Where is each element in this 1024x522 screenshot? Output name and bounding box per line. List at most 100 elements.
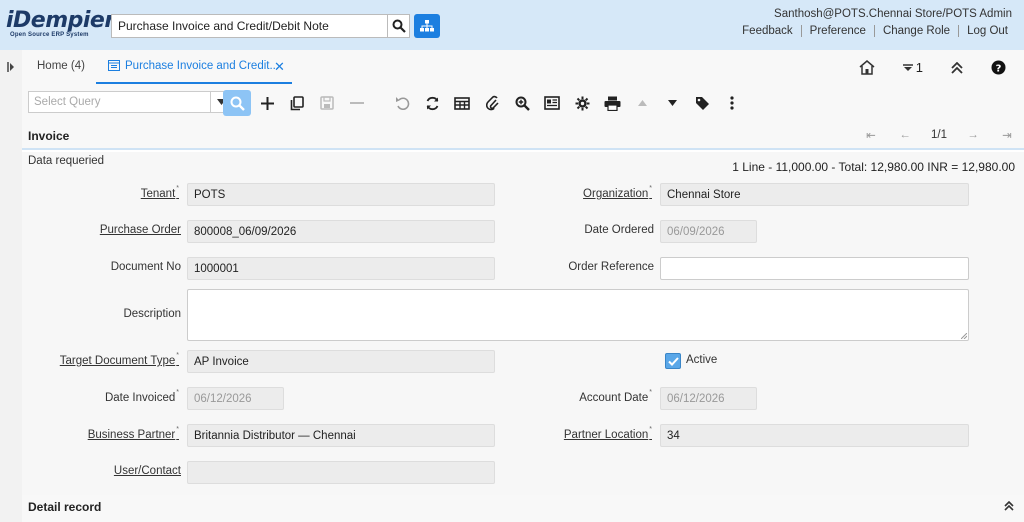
window-toolbar: Select Query	[22, 84, 1024, 122]
report-icon	[544, 96, 560, 110]
tab-label: Purchase Invoice and Credit...	[125, 60, 280, 72]
date-invoiced-label: Date Invoiced*	[104, 389, 179, 404]
search-icon	[392, 19, 406, 33]
partner-location-label[interactable]: Partner Location*	[564, 426, 652, 441]
collapse-up-icon[interactable]	[1004, 501, 1014, 511]
sitemap-icon	[420, 20, 434, 32]
tab-purchase-invoice[interactable]: Purchase Invoice and Credit... ✕	[96, 50, 292, 84]
organization-field[interactable]: Chennai Store	[660, 183, 969, 206]
business-partner-label[interactable]: Business Partner*	[88, 426, 179, 441]
menu-tree-button[interactable]	[414, 14, 440, 38]
purchase-order-field[interactable]: 800008_06/09/2026	[187, 220, 495, 243]
gear-icon	[575, 96, 589, 110]
detail-record-header: Detail record	[22, 495, 1024, 522]
account-date-field[interactable]: 06/12/2026	[660, 387, 757, 410]
global-search-input[interactable]: Purchase Invoice and Credit/Debit Note	[111, 14, 388, 38]
zoom-in-icon	[515, 96, 530, 111]
invoice-form: Data requeried 1 Line - 11,000.00 - Tota…	[22, 152, 1024, 502]
user-info: Santhosh@POTS.Chennai Store/POTS Admin	[774, 8, 1012, 20]
zoom-across-button[interactable]	[508, 90, 536, 116]
description-field[interactable]	[187, 289, 969, 341]
new-record-button[interactable]	[253, 90, 281, 116]
search-icon	[230, 96, 245, 111]
undo-button[interactable]	[388, 90, 416, 116]
logo-subtitle: Open Source ERP System	[10, 32, 89, 38]
find-button[interactable]	[223, 90, 251, 116]
caret-down-icon	[667, 100, 677, 106]
tab-home[interactable]: Home (4)	[37, 60, 85, 72]
help-icon[interactable]: ?	[991, 60, 1006, 75]
organization-label[interactable]: Organization*	[583, 185, 652, 200]
last-record-icon[interactable]: ⇥	[990, 128, 1024, 142]
save-button[interactable]	[313, 90, 341, 116]
user-contact-field[interactable]	[187, 461, 495, 484]
window-list-dropdown[interactable]: 1	[902, 60, 923, 75]
attachment-button[interactable]	[478, 90, 506, 116]
next-record-icon[interactable]: →	[956, 129, 990, 141]
user-contact-label[interactable]: User/Contact	[114, 465, 181, 477]
tenant-field[interactable]: POTS	[187, 183, 495, 206]
date-ordered-field[interactable]: 06/09/2026	[660, 220, 757, 243]
checkmark-icon	[667, 356, 679, 366]
search-button[interactable]	[388, 14, 410, 38]
left-panel-strip	[0, 50, 22, 522]
partner-location-field[interactable]: 34	[660, 424, 969, 447]
process-button[interactable]	[568, 90, 596, 116]
status-message: Data requeried	[28, 155, 105, 167]
report-button[interactable]	[538, 90, 566, 116]
previous-record-button[interactable]	[628, 90, 656, 116]
first-record-icon[interactable]: ⇤	[854, 128, 888, 142]
window-count: 1	[915, 60, 923, 75]
idempiere-logo[interactable]: iDempiere Open Source ERP System	[6, 8, 130, 39]
document-no-field[interactable]: 1000001	[187, 257, 495, 280]
minus-icon	[350, 102, 364, 104]
active-checkbox[interactable]	[665, 353, 681, 369]
refresh-icon	[426, 96, 438, 110]
detail-title: Detail record	[28, 500, 102, 514]
select-query-input[interactable]: Select Query	[28, 91, 211, 113]
logout-link[interactable]: Log Out	[958, 25, 1016, 37]
invoice-section-header: Invoice ⇤ ← 1/1 → ⇥	[22, 122, 1024, 150]
home-icon[interactable]	[859, 60, 875, 75]
window-icon	[108, 60, 120, 71]
feedback-link[interactable]: Feedback	[734, 25, 801, 37]
invoice-summary: 1 Line - 11,000.00 - Total: 12,980.00 IN…	[732, 160, 1015, 174]
tag-button[interactable]	[688, 90, 716, 116]
table-icon	[454, 96, 470, 110]
more-options-button[interactable]	[718, 90, 746, 116]
kebab-menu-icon	[730, 96, 734, 110]
tabbar-actions: 1 ?	[859, 60, 1006, 75]
close-tab-icon[interactable]: ✕	[274, 59, 285, 75]
caret-up-icon	[637, 100, 647, 106]
order-reference-label: Order Reference	[568, 261, 654, 273]
collapse-up-icon[interactable]	[951, 61, 963, 74]
preference-link[interactable]: Preference	[800, 25, 874, 37]
previous-record-icon[interactable]: ←	[888, 129, 922, 141]
paperclip-icon	[485, 95, 499, 111]
window-tab-bar: Home (4) Purchase Invoice and Credit... …	[22, 50, 1024, 84]
delete-button[interactable]	[343, 90, 371, 116]
refresh-button[interactable]	[418, 90, 446, 116]
grid-toggle-button[interactable]	[448, 90, 476, 116]
copy-record-button[interactable]	[283, 90, 311, 116]
record-navigation: ⇤ ← 1/1 → ⇥	[854, 128, 1024, 142]
record-count: 1/1	[931, 129, 947, 141]
print-button[interactable]	[598, 90, 626, 116]
resize-handle-icon[interactable]	[961, 333, 967, 339]
target-document-type-label[interactable]: Target Document Type*	[60, 352, 179, 367]
logo-text: iDempiere	[6, 8, 130, 33]
description-label: Description	[123, 308, 181, 320]
date-invoiced-field[interactable]: 06/12/2026	[187, 387, 284, 410]
tag-icon	[695, 96, 709, 110]
target-document-type-field[interactable]: AP Invoice	[187, 350, 495, 373]
tenant-label[interactable]: Tenant*	[141, 185, 179, 200]
change-role-link[interactable]: Change Role	[873, 25, 958, 37]
undo-icon	[395, 97, 409, 110]
order-reference-field[interactable]	[660, 257, 969, 280]
next-record-button[interactable]	[658, 90, 686, 116]
purchase-order-label[interactable]: Purchase Order	[100, 224, 181, 236]
business-partner-field[interactable]: Britannia Distributor — Chennai	[187, 424, 495, 447]
active-label: Active	[686, 354, 718, 366]
svg-text:?: ?	[996, 64, 1002, 75]
expand-panel-icon[interactable]	[7, 62, 15, 72]
